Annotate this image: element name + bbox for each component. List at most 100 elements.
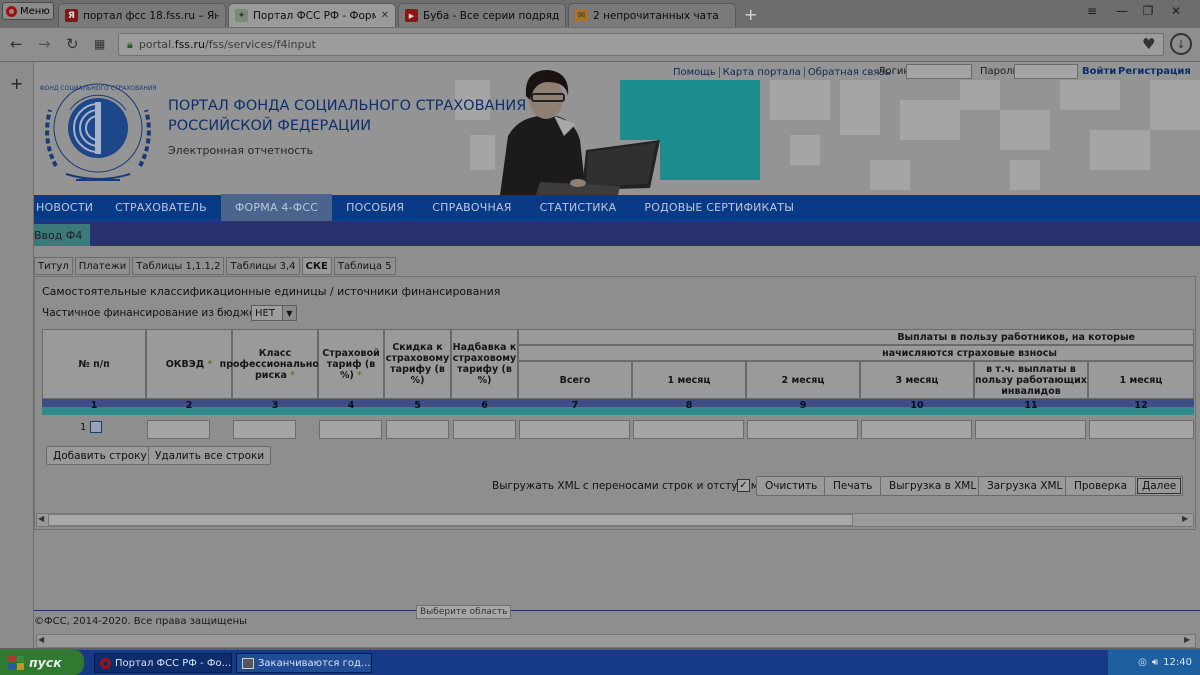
page-scroll-left-icon[interactable]: ◀: [38, 635, 44, 644]
month-1-input[interactable]: [633, 420, 744, 439]
tab-menu-icon[interactable]: ≡: [1082, 3, 1102, 19]
import-xml-button[interactable]: Загрузка XML: [978, 476, 1072, 496]
okved-input[interactable]: [147, 420, 210, 439]
site-subtitle: Электронная отчетность: [168, 144, 314, 157]
col-header-month-1: 1 месяц: [632, 361, 746, 399]
password-input[interactable]: [1014, 64, 1078, 79]
page-horizontal-scrollbar[interactable]: [36, 634, 1196, 648]
table-scroll-thumb[interactable]: [48, 514, 853, 526]
tab-mail[interactable]: ✉ 2 непрочитанных чата: [568, 3, 736, 27]
xml-format-checkbox[interactable]: ✓: [737, 479, 750, 492]
tariff-input[interactable]: [319, 420, 382, 439]
col-number: 8: [685, 400, 693, 411]
discount-input[interactable]: [386, 420, 449, 439]
tab-tables-1-2[interactable]: Таблицы 1,1.1,2: [132, 257, 225, 275]
nav-reference[interactable]: СПРАВОЧНАЯ: [418, 194, 525, 221]
col-number: 5: [414, 400, 421, 411]
col-number: 6: [481, 400, 488, 411]
maximize-icon[interactable]: ❐: [1138, 3, 1158, 19]
export-xml-button[interactable]: Выгрузка в XML: [880, 476, 986, 496]
scroll-right-icon[interactable]: ▶: [1182, 514, 1188, 523]
nav-news[interactable]: НОВОСТИ: [34, 194, 101, 221]
col-number: 9: [799, 400, 807, 411]
tab-payments[interactable]: Платежи: [74, 257, 131, 275]
site-title: ПОРТАЛ ФОНДА СОЦИАЛЬНОГО СТРАХОВАНИЯ РОС…: [168, 98, 527, 134]
login-button[interactable]: Войти: [1082, 66, 1116, 77]
nav-form-4fss[interactable]: ФОРМА 4-ФСС: [220, 193, 333, 221]
clock: 12:40: [1163, 657, 1192, 668]
forward-arrow-icon[interactable]: →: [38, 35, 51, 53]
main-navigation: НОВОСТИ СТРАХОВАТЕЛЬ ФОРМА 4-ФСС ПОСОБИЯ…: [34, 193, 1200, 222]
tab-fss[interactable]: ✦ Портал ФСС РФ - Форма-4 ✕: [228, 3, 396, 27]
nav-benefits[interactable]: ПОСОБИЯ: [332, 194, 418, 221]
nav-statistics[interactable]: СТАТИСТИКА: [526, 194, 631, 221]
tab-title[interactable]: Титул: [34, 257, 73, 275]
sidebar-add-icon[interactable]: +: [10, 74, 23, 93]
tab-label: портал фсс 18.fss.ru – Янде: [83, 9, 219, 22]
window-close-icon[interactable]: ✕: [1166, 3, 1186, 19]
taskbar-item-fss[interactable]: Портал ФСС РФ - Фо...: [94, 653, 232, 673]
opera-icon: [6, 5, 17, 17]
form-tabs: Титул Платежи Таблицы 1,1.1,2 Таблицы 3,…: [34, 257, 396, 275]
system-tray: ◎ 🔊︎ 12:40: [1108, 650, 1200, 675]
month-2-input[interactable]: [747, 420, 858, 439]
tab-youtube[interactable]: ▶ Буба - Все серии подряд (Ф: [398, 3, 566, 27]
month-3-input[interactable]: [861, 420, 972, 439]
add-row-button[interactable]: Добавить строку: [46, 446, 154, 465]
disabled-month-1-input[interactable]: [1089, 420, 1194, 439]
copyright-text: ©ФСС, 2014-2020. Все права защищены: [34, 616, 248, 627]
tab-table-5[interactable]: Таблица 5: [333, 257, 396, 275]
banner-mosaic: [770, 80, 830, 120]
clear-button[interactable]: Очистить: [756, 476, 827, 496]
disabled-payments-input[interactable]: [975, 420, 1086, 439]
volume-icon[interactable]: 🔊︎: [1152, 657, 1158, 668]
col-number: 2: [185, 400, 193, 411]
delete-row-icon[interactable]: [90, 421, 102, 433]
col-number: 4: [347, 400, 355, 411]
banner-mosaic: [1060, 80, 1120, 110]
help-link[interactable]: Помощь: [670, 66, 720, 78]
url-field[interactable]: 🔒︎ portal.fss.ru/fss/services/f4input: [118, 33, 1164, 56]
back-arrow-icon[interactable]: ←: [10, 35, 23, 53]
bookmark-heart-icon[interactable]: ♥: [1142, 35, 1155, 53]
col-header-total: Всего: [518, 361, 632, 399]
start-label: пуск: [29, 655, 62, 670]
partial-financing-select[interactable]: НЕТ ▼: [251, 305, 297, 321]
surcharge-input[interactable]: [453, 420, 516, 439]
register-link[interactable]: Регистрация: [1118, 66, 1191, 77]
banner-mosaic: [790, 135, 820, 165]
fss-icon: ✦: [235, 9, 248, 22]
subnav-f4-input[interactable]: Ввод Ф4: [34, 224, 91, 246]
total-input[interactable]: [519, 420, 630, 439]
top-links: Помощь Карта портала Обратная связь: [670, 64, 894, 80]
next-button[interactable]: Далее: [1135, 476, 1184, 496]
delete-all-rows-button[interactable]: Удалить все строки: [148, 446, 272, 465]
sitemap-link[interactable]: Карта портала: [720, 66, 805, 78]
url-text: portal.fss.ru/fss/services/f4input: [138, 38, 316, 51]
nav-insurer[interactable]: СТРАХОВАТЕЛЬ: [101, 194, 221, 221]
page-scroll-right-icon[interactable]: ▶: [1184, 635, 1190, 644]
close-icon[interactable]: ✕: [381, 10, 389, 21]
reload-icon[interactable]: ↻: [66, 35, 79, 53]
tab-ske[interactable]: СКЕ: [301, 257, 332, 275]
nav-birth-certificates[interactable]: РОДОВЫЕ СЕРТИФИКАТЫ: [630, 194, 808, 221]
network-icon[interactable]: ◎: [1138, 657, 1147, 668]
scroll-left-icon[interactable]: ◀: [38, 514, 44, 523]
tab-yandex[interactable]: Я портал фсс 18.fss.ru – Янде: [58, 3, 226, 27]
login-input[interactable]: [906, 64, 972, 79]
start-button[interactable]: пуск: [0, 650, 84, 675]
tab-tables-3-4[interactable]: Таблицы 3,4: [226, 257, 300, 275]
banner-mosaic: [1090, 130, 1150, 170]
group-subheader-contributions: начисляются страховые взносы: [518, 345, 1194, 361]
print-button[interactable]: Печать: [824, 476, 882, 496]
browser-menu-button[interactable]: Меню: [2, 2, 54, 20]
minimize-icon[interactable]: —: [1112, 3, 1132, 19]
row-number: 1: [80, 422, 87, 433]
check-button[interactable]: Проверка: [1065, 476, 1137, 496]
chevron-down-icon: ▼: [282, 306, 296, 320]
new-tab-plus-icon[interactable]: +: [744, 5, 757, 24]
risk-class-input[interactable]: [233, 420, 296, 439]
taskbar-item-notice[interactable]: Заканчиваются год...: [236, 653, 372, 673]
download-icon[interactable]: ↓: [1170, 33, 1192, 55]
speed-dial-grid-icon[interactable]: ▦: [94, 37, 105, 51]
